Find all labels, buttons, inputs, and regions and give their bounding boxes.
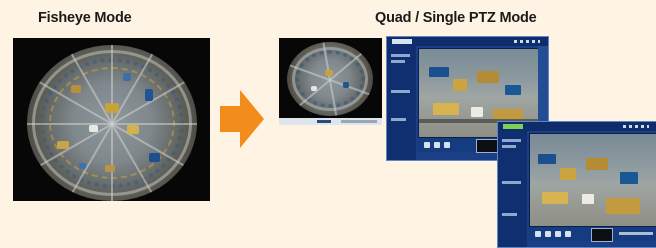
browser-header [498, 122, 656, 131]
fisheye-camera-image [13, 38, 210, 201]
browser-sidebar [387, 46, 416, 160]
browser-header [387, 37, 548, 46]
camera-control-bar [529, 227, 656, 242]
ptz-camera-feed [529, 133, 656, 227]
fisheye-preview-window [279, 38, 382, 118]
arrow-right-icon [220, 90, 264, 148]
preview-control-bar [279, 118, 382, 125]
quad-single-ptz-mode-label: Quad / Single PTZ Mode [375, 10, 537, 26]
single-ptz-browser-window [497, 121, 656, 248]
browser-sidebar [498, 131, 527, 247]
fisheye-mode-label: Fisheye Mode [38, 10, 132, 26]
